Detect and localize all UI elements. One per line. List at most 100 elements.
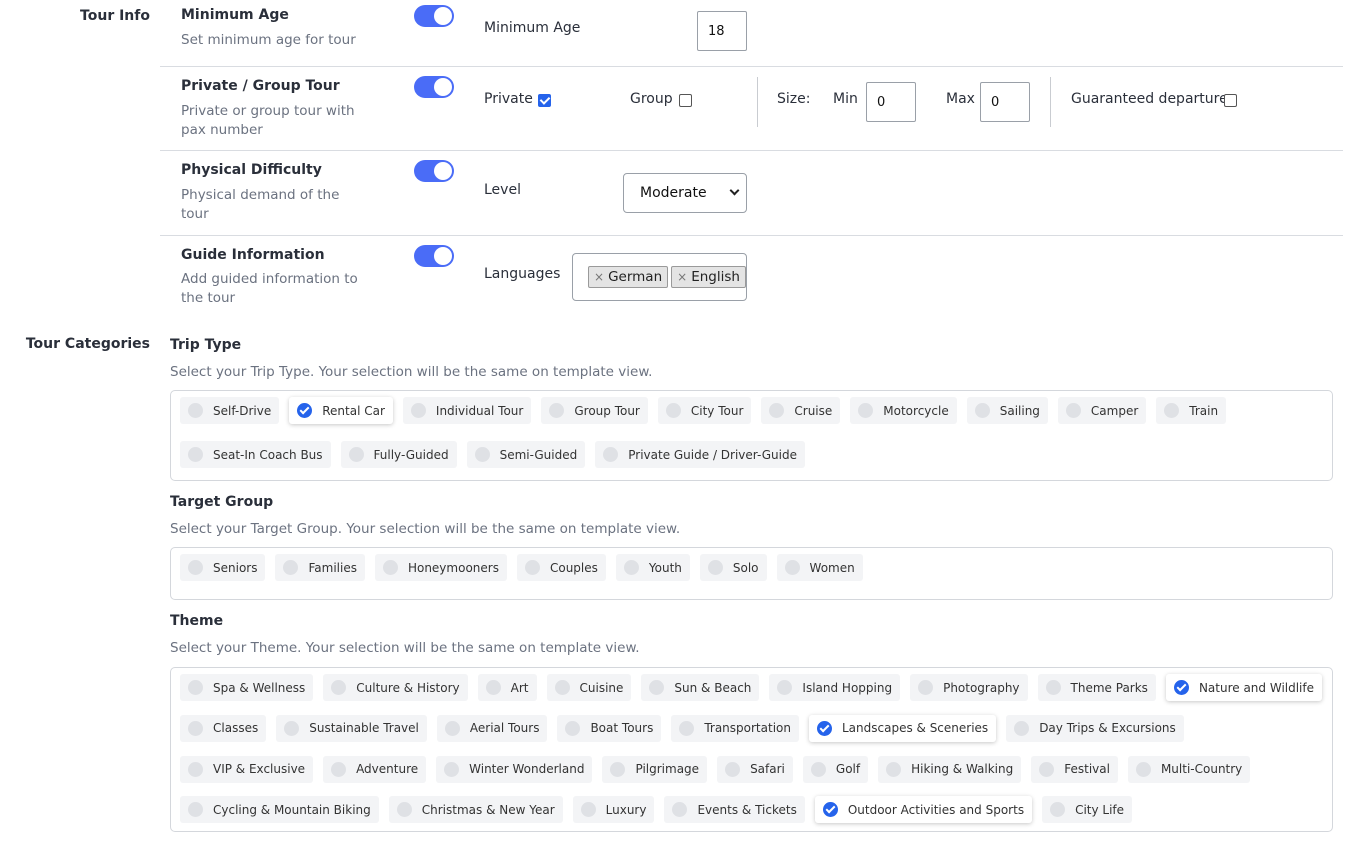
category-option[interactable]: Spa & Wellness xyxy=(180,674,314,701)
category-option[interactable]: Sailing xyxy=(966,397,1048,424)
guaranteed-departure-checkbox[interactable] xyxy=(1224,94,1237,107)
category-option[interactable]: Sun & Beach xyxy=(641,674,760,701)
unchecked-circle-icon xyxy=(188,447,203,462)
unchecked-circle-icon xyxy=(396,802,412,818)
category-option[interactable]: Couples xyxy=(516,554,606,581)
chevron-down-icon xyxy=(729,185,740,196)
category-option[interactable]: Motorcycle xyxy=(850,397,957,424)
category-option-label: Art xyxy=(510,680,529,695)
section-label-tour-categories: Tour Categories xyxy=(25,336,150,352)
category-option-label: Semi-Guided xyxy=(499,447,578,462)
category-option[interactable]: Families xyxy=(275,554,365,581)
unchecked-circle-icon xyxy=(679,720,695,736)
category-option[interactable]: Youth xyxy=(615,554,690,581)
unchecked-circle-icon xyxy=(410,403,426,418)
divider xyxy=(1050,77,1051,127)
category-option-label: Motorcycle xyxy=(883,403,949,418)
category-option-label: Cycling & Mountain Biking xyxy=(213,802,371,817)
unchecked-circle-icon xyxy=(382,560,398,575)
category-option[interactable]: Semi-Guided xyxy=(466,441,586,468)
category-option[interactable]: Camper xyxy=(1057,397,1147,424)
category-option[interactable]: Island Hopping xyxy=(769,674,901,701)
category-option-label: Landscapes & Sceneries xyxy=(841,721,989,736)
category-option[interactable]: City Life xyxy=(1042,796,1133,824)
category-option[interactable]: Photography xyxy=(910,674,1028,701)
category-option[interactable]: Self-Drive xyxy=(180,397,280,424)
category-option-label: Culture & History xyxy=(356,680,460,695)
category-option[interactable]: City Tour xyxy=(657,397,752,424)
category-option[interactable]: Women xyxy=(776,554,863,581)
category-option[interactable]: Transportation xyxy=(671,714,799,742)
category-option[interactable]: Nature and Wildlife xyxy=(1165,674,1322,701)
category-option[interactable]: Rental Car xyxy=(289,397,393,424)
unchecked-circle-icon xyxy=(554,680,570,695)
max-size-input[interactable]: 0 xyxy=(980,82,1030,122)
category-option[interactable]: Cuisine xyxy=(546,674,632,701)
unchecked-circle-icon xyxy=(444,720,460,736)
category-option[interactable]: Private Guide / Driver-Guide xyxy=(595,441,805,468)
category-option[interactable]: Solo xyxy=(699,554,767,581)
category-option-label: City Tour xyxy=(690,403,744,418)
private-group-toggle[interactable] xyxy=(414,76,454,98)
category-option-label: Boat Tours xyxy=(590,721,654,736)
category-option[interactable]: Train xyxy=(1156,397,1227,424)
category-option[interactable]: Fully-Guided xyxy=(340,441,457,468)
category-option[interactable]: Hiking & Walking xyxy=(878,755,1022,783)
trip-type-options: Self-Drive Rental Car Individual Tour Group… xyxy=(170,390,1333,481)
category-option[interactable]: Culture & History xyxy=(323,674,468,701)
category-option[interactable]: Safari xyxy=(717,755,793,783)
category-option[interactable]: Boat Tours xyxy=(557,714,662,742)
size-label: Size: xyxy=(777,91,811,107)
category-option[interactable]: Pilgrimage xyxy=(602,755,708,783)
category-option[interactable]: Theme Parks xyxy=(1037,674,1156,701)
category-option[interactable]: Festival xyxy=(1031,755,1118,783)
category-option[interactable]: Luxury xyxy=(572,796,655,824)
private-checkbox[interactable] xyxy=(538,94,551,107)
category-option[interactable]: Cruise xyxy=(761,397,841,424)
guide-information-toggle[interactable] xyxy=(414,245,454,267)
category-option[interactable]: Honeymooners xyxy=(374,554,507,581)
min-size-input[interactable]: 0 xyxy=(866,82,916,122)
unchecked-circle-icon xyxy=(284,720,300,736)
category-option-label: Women xyxy=(809,560,855,575)
category-option[interactable]: Winter Wonderland xyxy=(436,755,593,783)
languages-multiselect[interactable]: × German × English xyxy=(572,253,747,301)
category-option-label: Cruise xyxy=(794,403,833,418)
unchecked-circle-icon xyxy=(331,761,347,777)
category-option[interactable]: Cycling & Mountain Biking xyxy=(180,796,379,824)
remove-tag-icon[interactable]: × xyxy=(677,270,687,284)
category-option[interactable]: Day Trips & Excursions xyxy=(1006,714,1184,742)
category-option[interactable]: Adventure xyxy=(323,755,427,783)
category-option[interactable]: Events & Tickets xyxy=(664,796,805,824)
category-option[interactable]: Art xyxy=(477,674,537,701)
category-option-label: Aerial Tours xyxy=(469,721,540,736)
physical-difficulty-toggle[interactable] xyxy=(414,160,454,182)
language-tag-label: English xyxy=(691,269,740,285)
category-option[interactable]: Group Tour xyxy=(541,397,648,424)
category-option[interactable]: Christmas & New Year xyxy=(388,796,563,824)
minimum-age-input[interactable]: 18 xyxy=(697,11,747,51)
category-option[interactable]: VIP & Exclusive xyxy=(180,755,314,783)
category-option-label: Adventure xyxy=(356,762,419,776)
checked-circle-icon xyxy=(297,403,313,418)
category-option[interactable]: Aerial Tours xyxy=(436,714,548,742)
category-option-label: Classes xyxy=(213,721,259,736)
category-option[interactable]: Golf xyxy=(802,755,869,783)
level-select[interactable]: Moderate xyxy=(623,173,747,213)
category-option-label: Self-Drive xyxy=(213,403,272,418)
category-option[interactable]: Seat-In Coach Bus xyxy=(180,441,331,468)
category-option[interactable]: Landscapes & Sceneries xyxy=(808,714,997,742)
category-option[interactable]: Individual Tour xyxy=(402,397,532,424)
category-option-label: Multi-Country xyxy=(1160,762,1243,776)
category-option[interactable]: Multi-Country xyxy=(1127,755,1251,783)
category-option-label: Festival xyxy=(1064,762,1110,776)
category-option[interactable]: Seniors xyxy=(180,554,266,581)
category-option[interactable]: Classes xyxy=(180,714,267,742)
minimum-age-toggle[interactable] xyxy=(414,5,454,27)
category-option[interactable]: Sustainable Travel xyxy=(276,714,427,742)
category-option[interactable]: Outdoor Activities and Sports xyxy=(814,796,1033,824)
category-option-label: Christmas & New Year xyxy=(421,802,555,817)
unchecked-circle-icon xyxy=(188,802,203,818)
group-checkbox[interactable] xyxy=(679,94,692,107)
remove-tag-icon[interactable]: × xyxy=(594,270,604,284)
